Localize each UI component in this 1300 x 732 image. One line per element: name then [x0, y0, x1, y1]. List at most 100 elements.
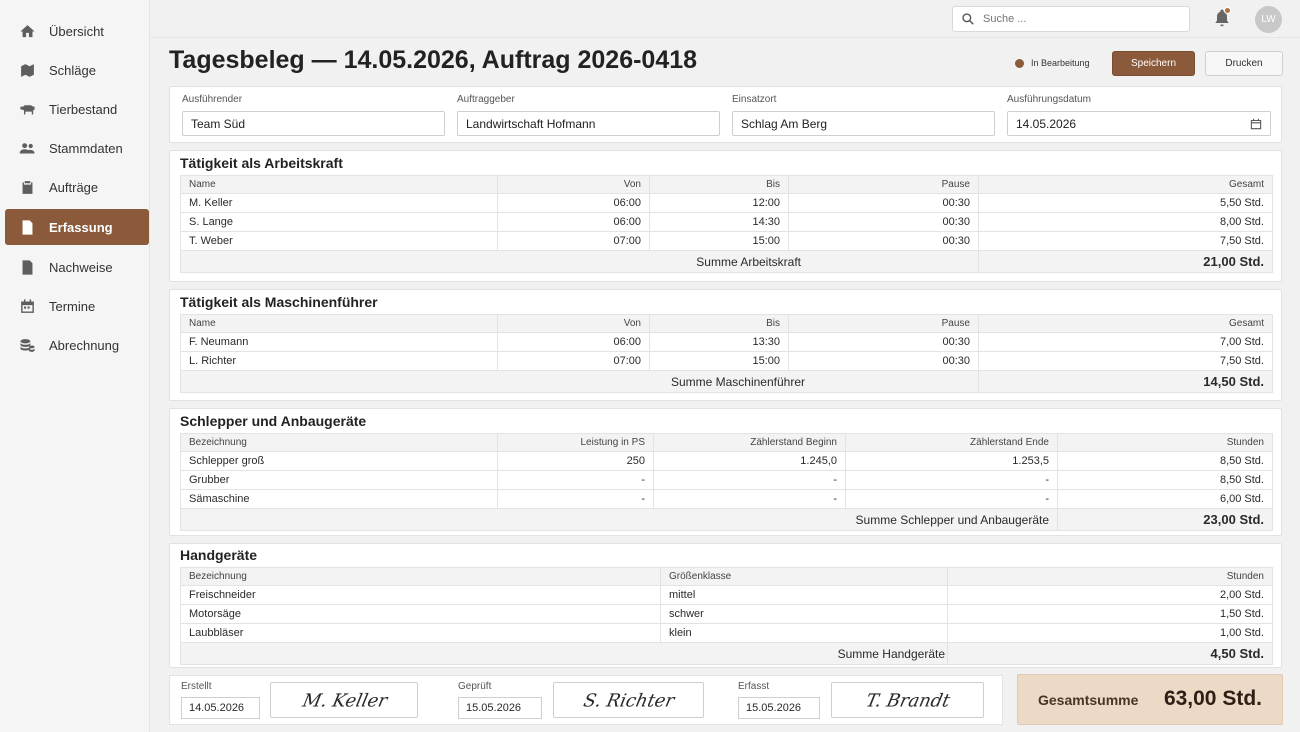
- cell-name[interactable]: Freischneider: [180, 585, 661, 605]
- cell-hours: 6,00 Std.: [1057, 489, 1273, 509]
- cell-name[interactable]: M. Keller: [180, 193, 498, 213]
- cell-pause[interactable]: 00:30: [788, 332, 979, 352]
- cell-start[interactable]: 1.245,0: [653, 451, 846, 471]
- signature-image: M. Keller: [300, 691, 391, 712]
- search-input[interactable]: [983, 13, 1163, 25]
- cell-end[interactable]: -: [845, 470, 1058, 490]
- sidebar-item-label: Schläge: [49, 62, 96, 78]
- sidebar-item-erfassung[interactable]: Erfassung: [5, 209, 149, 245]
- created-signature[interactable]: M. Keller: [270, 682, 418, 718]
- created-date[interactable]: 14.05.2026: [181, 697, 260, 719]
- cell-bis[interactable]: 14:30: [649, 212, 789, 232]
- cell-size[interactable]: klein: [660, 623, 948, 643]
- cell-size[interactable]: schwer: [660, 604, 948, 624]
- client-field[interactable]: Landwirtschaft Hofmann: [457, 111, 720, 136]
- cell-gesamt: 7,00 Std.: [978, 332, 1273, 352]
- sidebar-item-schlaege[interactable]: Schläge: [5, 52, 149, 88]
- cell-von[interactable]: 07:00: [497, 231, 650, 251]
- calendar-icon[interactable]: [1249, 117, 1263, 131]
- col-header: Name: [180, 314, 498, 333]
- cell-pause[interactable]: 00:30: [788, 231, 979, 251]
- signature-footer: Erstellt 14.05.2026 M. Keller Geprüft 15…: [169, 675, 1003, 725]
- table-row[interactable]: M. Keller 06:00 12:00 00:30 5,50 Std.: [180, 193, 1273, 213]
- cell-name[interactable]: S. Lange: [180, 212, 498, 232]
- sidebar-item-auftraege[interactable]: Aufträge: [5, 169, 149, 205]
- table-row[interactable]: L. Richter 07:00 15:00 00:30 7,50 Std.: [180, 351, 1273, 371]
- table-row[interactable]: Sämaschine - - - 6,00 Std.: [180, 489, 1273, 509]
- recorded-signature[interactable]: T. Brandt: [831, 682, 984, 718]
- table-row[interactable]: Motorsäge schwer 1,50 Std.: [180, 604, 1273, 624]
- cell-ps[interactable]: 250: [497, 451, 654, 471]
- cell-von[interactable]: 06:00: [497, 212, 650, 232]
- cell-size[interactable]: mittel: [660, 585, 948, 605]
- cell-name[interactable]: L. Richter: [180, 351, 498, 371]
- cell-von[interactable]: 06:00: [497, 193, 650, 213]
- sidebar-item-label: Tierbestand: [49, 101, 118, 117]
- col-header: Zählerstand Beginn: [653, 433, 846, 452]
- checked-signature[interactable]: S. Richter: [553, 682, 704, 718]
- recorded-date[interactable]: 15.05.2026: [738, 697, 820, 719]
- cell-von[interactable]: 06:00: [497, 332, 650, 352]
- sidebar-item-label: Nachweise: [49, 259, 113, 275]
- cell-hours[interactable]: 1,50 Std.: [947, 604, 1273, 624]
- search-box[interactable]: [952, 6, 1190, 32]
- print-button[interactable]: Drucken: [1205, 51, 1283, 76]
- cell-bis[interactable]: 13:30: [649, 332, 789, 352]
- executor-field[interactable]: Team Süd: [182, 111, 445, 136]
- cell-ps[interactable]: -: [497, 470, 654, 490]
- cell-name[interactable]: F. Neumann: [180, 332, 498, 352]
- cell-start[interactable]: -: [653, 489, 846, 509]
- handtools-card: Handgeräte Bezeichnung Größenklasse Stun…: [169, 543, 1282, 668]
- cell-name[interactable]: Grubber: [180, 470, 498, 490]
- cell-end[interactable]: -: [845, 489, 1058, 509]
- save-button[interactable]: Speichern: [1112, 51, 1195, 76]
- sidebar-item-uebersicht[interactable]: Übersicht: [5, 13, 149, 49]
- clipboard-icon: [18, 178, 36, 196]
- cell-bis[interactable]: 15:00: [649, 231, 789, 251]
- table-row[interactable]: Schlepper groß 250 1.245,0 1.253,5 8,50 …: [180, 451, 1273, 471]
- cell-bis[interactable]: 15:00: [649, 351, 789, 371]
- cell-name[interactable]: Sämaschine: [180, 489, 498, 509]
- cell-name[interactable]: Motorsäge: [180, 604, 661, 624]
- sidebar-item-abrechnung[interactable]: Abrechnung: [5, 327, 149, 363]
- map-icon: [18, 61, 36, 79]
- handtools-title: Handgeräte: [180, 547, 258, 563]
- table-row[interactable]: Laubbläser klein 1,00 Std.: [180, 623, 1273, 643]
- cell-end[interactable]: 1.253,5: [845, 451, 1058, 471]
- notification-bell[interactable]: [1212, 7, 1232, 30]
- cell-hours[interactable]: 2,00 Std.: [947, 585, 1273, 605]
- checked-date[interactable]: 15.05.2026: [458, 697, 542, 719]
- table-row[interactable]: Grubber - - - 8,50 Std.: [180, 470, 1273, 490]
- sidebar-item-nachweise[interactable]: Nachweise: [5, 249, 149, 285]
- table-row[interactable]: F. Neumann 06:00 13:30 00:30 7,00 Std.: [180, 332, 1273, 352]
- cell-pause[interactable]: 00:30: [788, 351, 979, 371]
- sidebar-item-tierbestand[interactable]: Tierbestand: [5, 91, 149, 127]
- file-icon: [18, 258, 36, 276]
- location-field[interactable]: Schlag Am Berg: [732, 111, 995, 136]
- sum-value: 4,50 Std.: [947, 642, 1273, 665]
- cell-pause[interactable]: 00:30: [788, 193, 979, 213]
- sidebar-item-stammdaten[interactable]: Stammdaten: [5, 130, 149, 166]
- cell-bis[interactable]: 12:00: [649, 193, 789, 213]
- topbar: LW: [150, 0, 1300, 38]
- labor-table: Name Von Bis Pause Gesamt M. Keller 06:0…: [180, 175, 1273, 273]
- cell-start[interactable]: -: [653, 470, 846, 490]
- tractors-card: Schlepper und Anbaugeräte Bezeichnung Le…: [169, 408, 1282, 536]
- table-row[interactable]: T. Weber 07:00 15:00 00:30 7,50 Std.: [180, 231, 1273, 251]
- cell-name[interactable]: Schlepper groß: [180, 451, 498, 471]
- avatar[interactable]: LW: [1255, 6, 1282, 33]
- sidebar-item-termine[interactable]: Termine: [5, 288, 149, 324]
- cell-pause[interactable]: 00:30: [788, 212, 979, 232]
- table-row[interactable]: S. Lange 06:00 14:30 00:30 8,00 Std.: [180, 212, 1273, 232]
- document-icon: [18, 218, 36, 236]
- cell-hours[interactable]: 1,00 Std.: [947, 623, 1273, 643]
- cell-von[interactable]: 07:00: [497, 351, 650, 371]
- date-field[interactable]: 14.05.2026: [1007, 111, 1271, 136]
- table-header: Bezeichnung Größenklasse Stunden: [180, 567, 1273, 586]
- cell-ps[interactable]: -: [497, 489, 654, 509]
- table-row[interactable]: Freischneider mittel 2,00 Std.: [180, 585, 1273, 605]
- checked-label: Geprüft: [458, 681, 492, 692]
- cell-name[interactable]: Laubbläser: [180, 623, 661, 643]
- cell-name[interactable]: T. Weber: [180, 231, 498, 251]
- table-header: Name Von Bis Pause Gesamt: [180, 314, 1273, 333]
